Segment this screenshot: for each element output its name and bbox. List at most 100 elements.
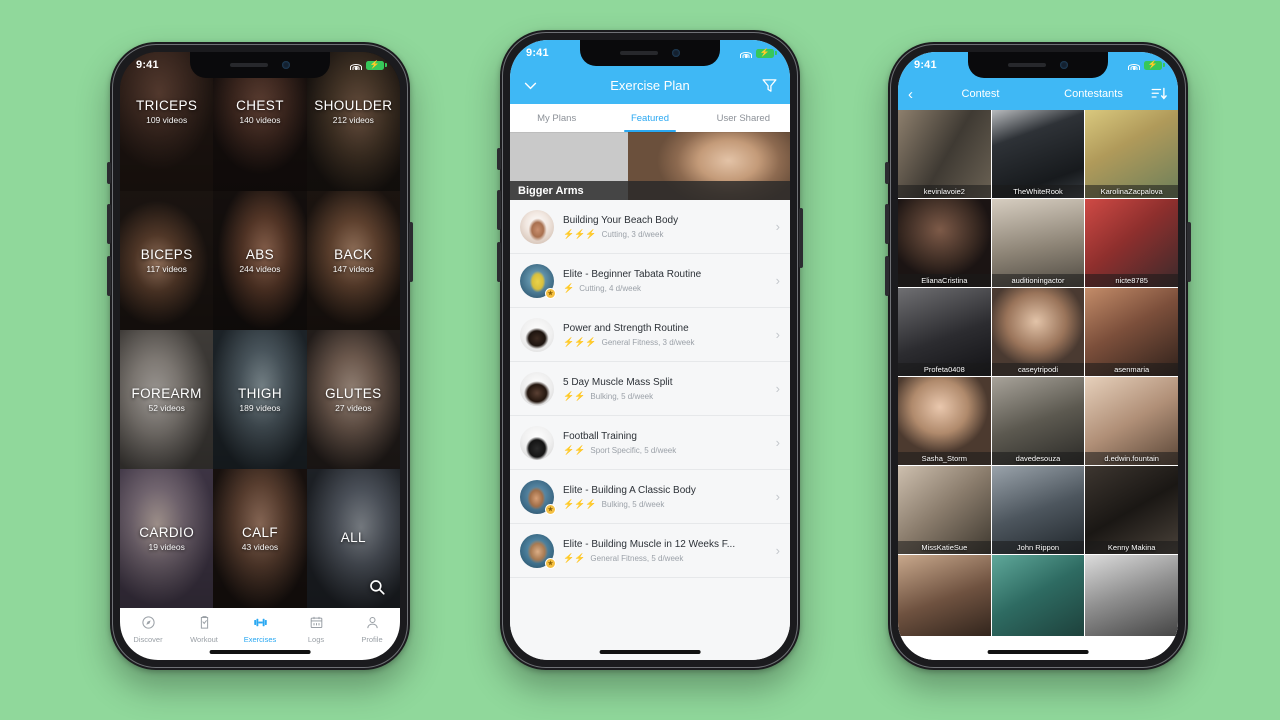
volume-up-button[interactable] [107,204,111,244]
tab-workout[interactable]: Workout [176,615,232,644]
chevron-right-icon: › [775,435,780,450]
volume-down-button[interactable] [885,256,889,296]
contestant-cell[interactable]: Sasha_Storm [898,377,991,465]
contestant-cell[interactable] [898,555,991,643]
list-item[interactable]: ★ Elite - Building A Classic Body ⚡⚡⚡ Bu… [510,470,790,524]
mute-switch[interactable] [497,148,501,170]
home-indicator[interactable] [599,650,701,654]
category-tile[interactable]: GLUTES 27 videos [306,330,400,469]
avatar [520,425,554,460]
list-item[interactable]: ★ Elite - Beginner Tabata Routine ⚡ Cutt… [510,254,790,308]
contestant-cell[interactable]: John Rippon [991,466,1085,554]
tab-profile[interactable]: Profile [344,615,400,644]
category-tile[interactable]: ALL [306,469,400,608]
contestant-cell[interactable]: TheWhiteRook [991,110,1085,198]
contestant-cell[interactable]: kevinlavoie2 [898,110,991,198]
contest-navbar: ‹ Contest Contestants [898,78,1178,110]
filter-icon[interactable] [761,77,778,94]
elite-badge-icon: ★ [545,557,556,569]
tab-featured[interactable]: Featured [603,104,696,132]
volume-up-button[interactable] [885,204,889,244]
category-count: 117 videos [146,264,187,274]
chevron-left-icon[interactable]: ‹ [908,87,924,102]
nav-segment-contest[interactable]: Contest [924,88,1037,100]
contestant-cell[interactable]: Kenny Makina [1085,466,1178,554]
category-tile[interactable]: ABS 244 videos [213,191,307,330]
contestant-name: d.edwin.fountain [1085,452,1178,465]
tab-exercises[interactable]: Exercises [232,615,288,644]
power-button[interactable] [799,208,803,268]
battery-icon: ⚡ [1144,60,1165,70]
category-tile[interactable]: CARDIO 19 videos [120,469,214,608]
tab-logs[interactable]: Logs [288,615,344,644]
list-item[interactable]: Building Your Beach Body ⚡⚡⚡ Cutting, 3 … [510,200,790,254]
list-item[interactable]: Football Training ⚡⚡ Sport Specific, 5 d… [510,416,790,470]
featured-banner[interactable]: Bigger Arms [510,132,790,200]
contestant-cell[interactable] [991,555,1085,643]
category-title: TRICEPS [136,98,198,113]
contestant-name: TheWhiteRook [991,185,1085,198]
contestant-cell[interactable]: auditioningactor [991,199,1085,287]
contestant-cell[interactable]: ElianaCristina [898,199,991,287]
tab-label: Discover [133,634,163,644]
category-tile[interactable]: CALF 43 videos [213,469,307,608]
contestant-cell[interactable] [1085,555,1178,643]
category-count: 43 videos [241,542,279,552]
category-tile[interactable]: BICEPS 117 videos [120,191,214,330]
plan-title: Elite - Beginner Tabata Routine [563,268,702,280]
contestant-cell[interactable]: davedesouza [991,377,1085,465]
list-item[interactable]: Power and Strength Routine ⚡⚡⚡ General F… [510,308,790,362]
mute-switch[interactable] [107,162,111,184]
plan-list: Building Your Beach Body ⚡⚡⚡ Cutting, 3 … [510,200,790,660]
tab-label: Featured [630,112,669,124]
category-title: CALF [241,525,279,540]
front-camera [672,49,680,57]
intensity-bolts: ⚡⚡ [563,390,586,401]
tab-user-shared[interactable]: User Shared [697,104,790,132]
category-tile[interactable]: THIGH 189 videos [213,330,307,469]
earpiece-speaker [620,51,658,55]
tab-discover[interactable]: Discover [120,615,176,644]
intensity-bolts: ⚡⚡ [563,444,586,455]
power-button[interactable] [1187,222,1191,282]
contestant-name: MissKatieSue [898,541,991,554]
volume-up-button[interactable] [497,190,501,230]
contestant-cell[interactable]: d.edwin.fountain [1085,377,1178,465]
avatar [520,209,554,244]
list-item[interactable]: 5 Day Muscle Mass Split ⚡⚡ Bulking, 5 d/… [510,362,790,416]
category-title: THIGH [237,386,282,401]
power-button[interactable] [409,222,413,282]
contestant-cell[interactable]: nicte8785 [1085,199,1178,287]
mute-switch[interactable] [885,162,889,184]
sort-descending-icon[interactable] [1150,85,1168,103]
tab-label: User Shared [716,112,770,124]
category-tile[interactable]: FOREARM 52 videos [120,330,214,469]
plan-meta: General Fitness, 5 d/week [590,553,684,563]
wifi-icon [740,49,752,58]
plan-tabs: My Plans Featured User Shared [510,104,790,132]
chevron-down-icon[interactable] [522,77,539,94]
search-icon[interactable] [368,578,386,596]
avatar: ★ [520,533,556,569]
banner-caption: Bigger Arms [510,181,790,200]
contestant-name: davedesouza [991,452,1085,465]
tab-label: Workout [190,634,218,644]
contestant-cell[interactable]: Profeta0408 [898,288,991,376]
chevron-right-icon: › [775,381,780,396]
contestant-name: KarolinaZacpalova [1085,185,1178,198]
home-indicator[interactable] [987,650,1089,654]
list-item[interactable]: ★ Elite - Building Muscle in 12 Weeks F.… [510,524,790,578]
volume-down-button[interactable] [107,256,111,296]
contestant-cell[interactable]: asenmaria [1085,288,1178,376]
category-tile[interactable]: BACK 147 videos [306,191,400,330]
tab-my-plans[interactable]: My Plans [510,104,603,132]
intensity-bolts: ⚡ [563,282,575,293]
category-title: FOREARM [131,386,202,401]
contestant-cell[interactable]: MissKatieSue [898,466,991,554]
nav-segment-contestants[interactable]: Contestants [1037,88,1150,100]
contestant-cell[interactable]: caseytripodi [991,288,1085,376]
contestant-cell[interactable]: KarolinaZacpalova [1085,110,1178,198]
volume-down-button[interactable] [497,242,501,282]
category-count: 140 videos [239,115,281,125]
home-indicator[interactable] [209,650,311,654]
